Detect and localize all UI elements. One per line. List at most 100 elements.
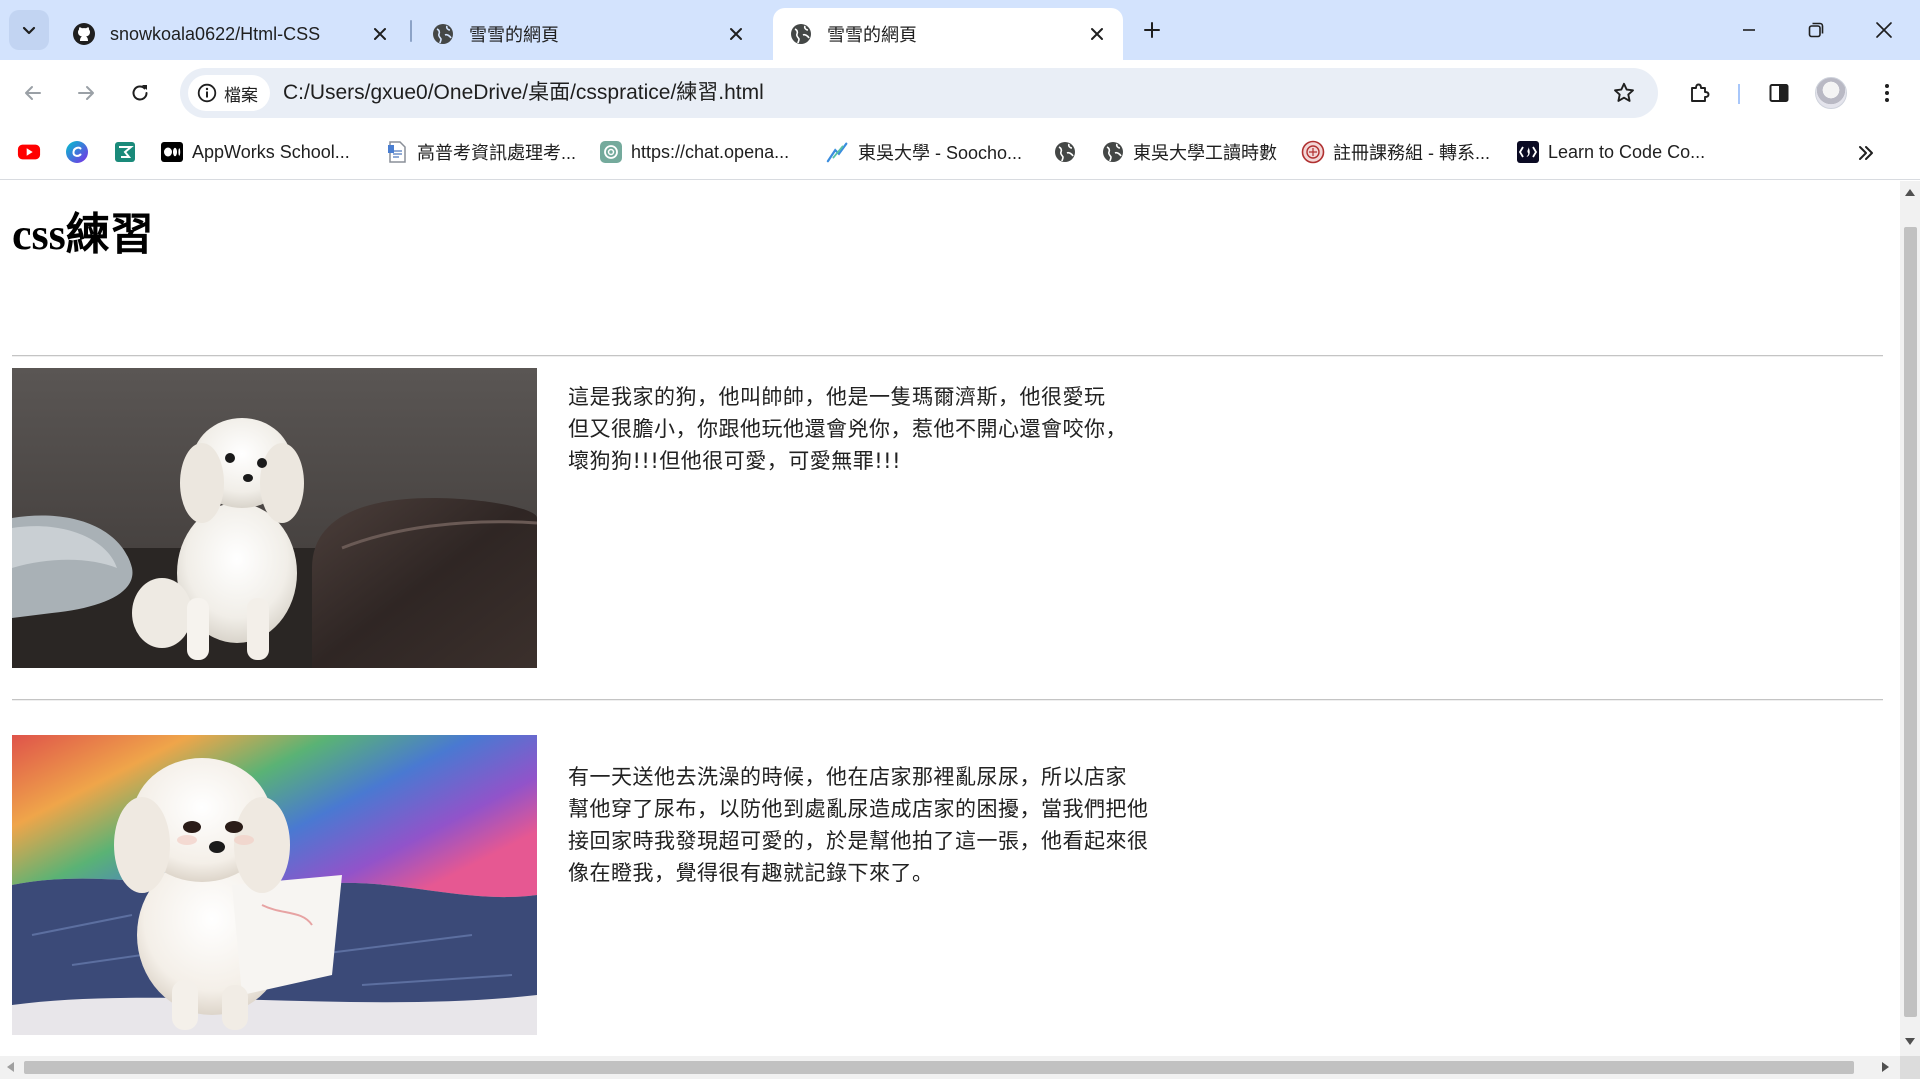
address-bar[interactable]: 檔案 C:/Users/gxue0/OneDrive/桌面/csspratice… [180,68,1658,118]
bookmark-soochow[interactable]: 東吳大學 - Soocho... [826,137,1022,167]
close-icon[interactable] [724,22,748,46]
horizontal-rule [12,355,1883,357]
toolbar-divider [1738,84,1740,104]
double-chevron-right-icon [1859,146,1873,160]
page-title: css練習 [12,210,154,259]
bookmark-label: https://chat.opena... [631,141,790,162]
vertical-scrollbar[interactable] [1900,181,1920,1056]
tab-title: 雪雪的網頁 [827,25,917,45]
close-window-button[interactable] [1862,8,1906,52]
horizontal-rule [12,699,1883,701]
puzzle-icon [1691,83,1710,102]
close-icon[interactable] [1085,22,1109,46]
bookmark-youtube[interactable] [17,137,49,167]
bookmark-label: 高普考資訊處理考... [417,143,577,163]
bookmarks-overflow-button[interactable] [1852,139,1880,167]
bookmark-freecodecamp[interactable]: Learn to Code Co... [1516,137,1705,167]
url-text[interactable]: C:/Users/gxue0/OneDrive/桌面/csspratice/練習… [283,68,764,118]
arrow-left-icon [25,86,41,100]
freecodecamp-icon [1516,140,1540,164]
bookmark-label: 註冊課務組 - 轉系... [1333,143,1490,163]
globe-icon [789,22,813,46]
soochow-icon [826,140,850,164]
tab-page-2[interactable]: 雪雪的網頁 [415,8,762,60]
bookmark-appworks[interactable]: AppWorks School... [160,137,350,167]
bookmark-label: 東吳大學 - Soocho... [858,143,1023,163]
reload-button[interactable] [120,73,160,113]
reload-icon [132,85,148,101]
close-icon [1876,22,1892,38]
scroll-down-arrow-icon[interactable] [1905,1038,1915,1045]
profile-avatar[interactable] [1815,77,1847,109]
horizontal-scrollbar[interactable] [0,1056,1900,1079]
side-panel-button[interactable] [1759,73,1799,113]
side-panel-icon [1769,84,1789,102]
tab-strip: snowkoala0622/Html-CSS 雪雪的網頁 雪雪的網頁 [0,0,1920,60]
canva-icon [65,140,89,164]
text-line: 這是我家的狗，他叫帥帥，他是一隻瑪爾濟斯，他很愛玩 [568,385,1106,409]
text-line: 像在瞪我，覺得很有趣就記錄下來了。 [568,861,934,885]
bookmarks-bar: AppWorks School... 高普考資訊處理考... https://c… [0,126,1920,180]
globe-icon [1053,140,1077,164]
text-line: 但又很膽小，你跟他玩他還會兇你，惹他不開心還會咬你， [568,417,1127,441]
bookmark-registrar[interactable]: 註冊課務組 - 轉系... [1301,137,1490,167]
extensions-button[interactable] [1679,73,1719,113]
bookmark-globe[interactable] [1053,137,1085,167]
close-icon[interactable] [368,22,392,46]
seal-icon [1301,140,1325,164]
restore-icon [1808,22,1824,38]
bookmark-star-button[interactable] [1606,75,1642,111]
paragraph-1: 這是我家的狗，他叫帥帥，他是一隻瑪爾濟斯，他很愛玩 但又很膽小，你跟他玩他還會兇… [568,381,1228,477]
chevron-down-icon [22,26,36,35]
site-info-chip[interactable]: 檔案 [188,75,270,111]
medium-icon [160,140,184,164]
new-tab-button[interactable] [1134,12,1170,48]
tab-page-3-active[interactable]: 雪雪的網頁 [773,8,1123,60]
bookmark-app-icon [113,140,137,164]
bookmark-canva[interactable] [65,137,97,167]
star-icon [1614,82,1634,102]
plus-icon [1144,22,1160,38]
info-icon [196,82,218,104]
text-line: 有一天送他去洗澡的時候，他在店家那裡亂尿尿，所以店家 [568,765,1127,789]
site-info-label: 檔案 [224,85,258,105]
document-icon [385,140,409,164]
tab-title: snowkoala0622/Html-CSS [110,23,321,44]
youtube-icon [17,140,41,164]
bookmark-label: 東吳大學工讀時數 [1133,143,1277,163]
bookmark-label: AppWorks School... [192,141,350,162]
forward-button[interactable] [66,73,106,113]
tab-search-button[interactable] [9,10,49,50]
vertical-scroll-thumb[interactable] [1904,227,1917,1017]
tab-github[interactable]: snowkoala0622/Html-CSS [56,8,406,60]
minimize-button[interactable] [1727,8,1771,52]
scrollbar-corner [1900,1056,1920,1079]
paragraph-2: 有一天送他去洗澡的時候，他在店家那裡亂尿尿，所以店家 幫他穿了尿布，以防他到處亂… [568,761,1228,889]
restore-button[interactable] [1794,8,1838,52]
bookmark-label: Learn to Code Co... [1548,141,1706,162]
arrow-right-icon [78,86,94,100]
minimize-icon [1743,29,1755,31]
horizontal-scroll-thumb[interactable] [24,1061,1854,1074]
tab-title: 雪雪的網頁 [469,25,559,45]
tab-separator [410,20,412,42]
bookmark-app[interactable] [113,137,145,167]
dog-photo-1 [12,368,537,668]
bookmark-chatgpt[interactable]: https://chat.opena... [599,137,789,167]
scroll-up-arrow-icon[interactable] [1905,189,1915,196]
github-icon [72,22,96,46]
menu-button[interactable] [1867,73,1907,113]
scroll-left-arrow-icon[interactable] [7,1062,14,1072]
back-button[interactable] [13,73,53,113]
scroll-right-arrow-icon[interactable] [1882,1062,1889,1072]
browser-toolbar: 檔案 C:/Users/gxue0/OneDrive/桌面/csspratice… [0,60,1920,126]
text-line: 壞狗狗!!!但他很可愛，可愛無罪!!! [568,449,902,473]
text-line: 接回家時我發現超可愛的，於是幫他拍了這一張，他看起來很 [568,829,1149,853]
openai-icon [599,140,623,164]
globe-icon [431,22,455,46]
dog-photo-2 [12,735,537,1035]
text-line: 幫他穿了尿布，以防他到處亂尿造成店家的困擾，當我們把他 [568,797,1149,821]
bookmark-worktime[interactable]: 東吳大學工讀時數 [1101,137,1277,167]
bookmark-exam[interactable]: 高普考資訊處理考... [385,137,576,167]
page-viewport: css練習 這是我家的狗，他叫帥帥，他是一隻瑪爾濟斯，他很愛玩 但又很膽小，你跟… [0,181,1900,1056]
